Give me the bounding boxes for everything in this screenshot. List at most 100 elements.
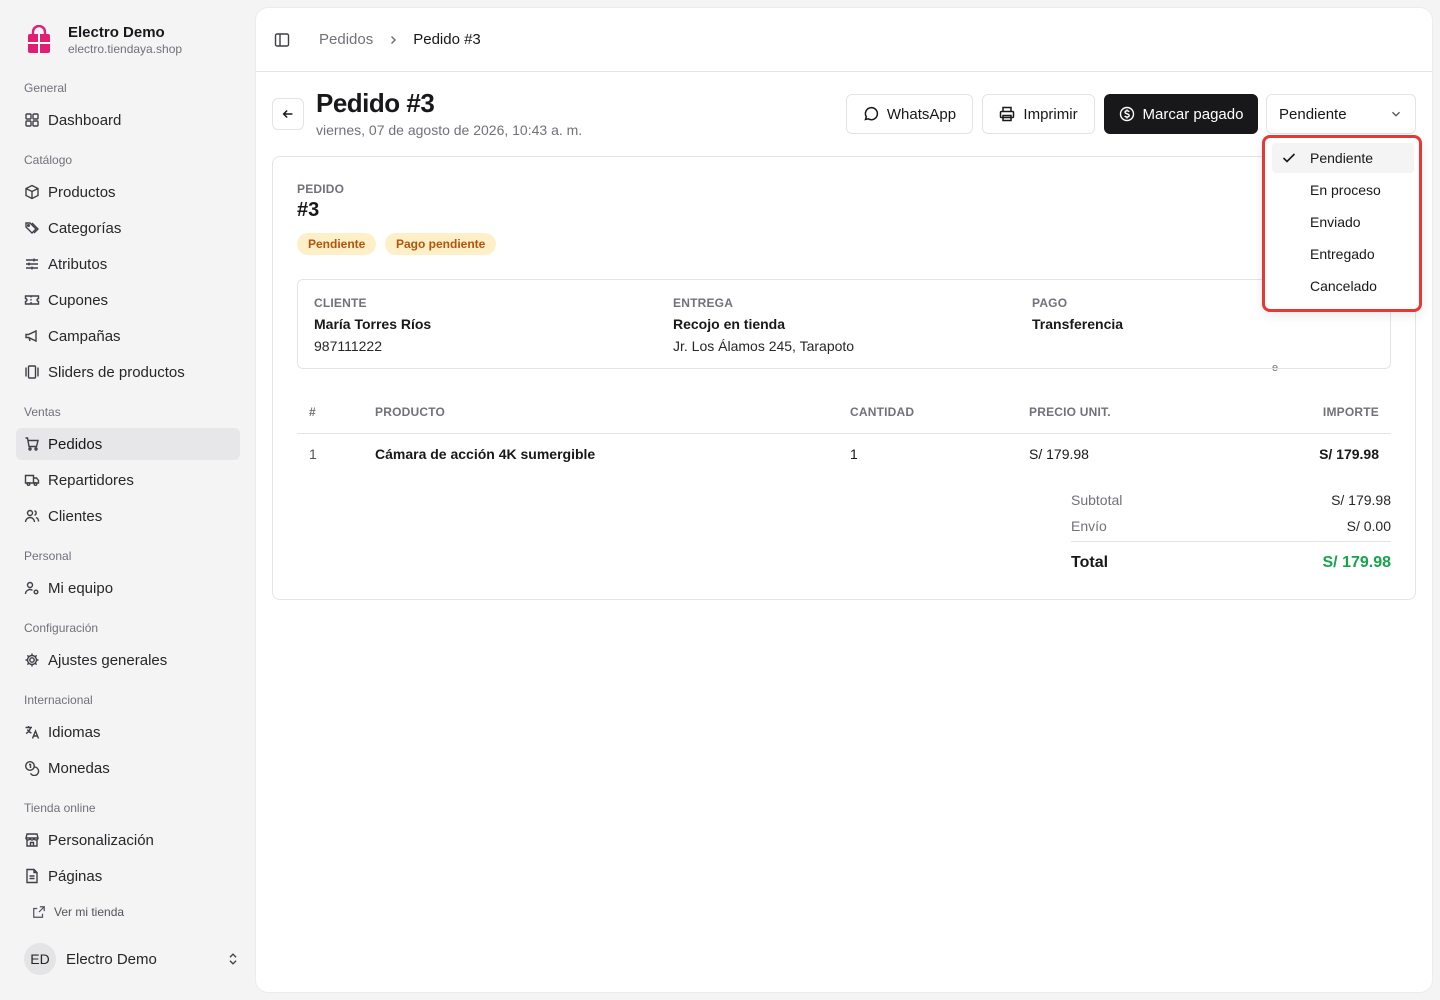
cell-precio: S/ 179.98 <box>1029 446 1089 462</box>
sidebar-item-ajustes[interactable]: Ajustes generales <box>16 644 240 676</box>
status-option-enviado[interactable]: Enviado <box>1272 207 1414 237</box>
sidebar-item-label: Monedas <box>48 759 110 777</box>
delivery-method: Recojo en tienda <box>673 316 786 332</box>
mark-paid-label: Marcar pagado <box>1142 105 1244 123</box>
message-circle-icon <box>864 106 879 121</box>
group-label-personal: Personal <box>24 549 72 563</box>
status-option-entregado[interactable]: Entregado <box>1272 239 1414 269</box>
ver-mi-tienda-label: Ver mi tienda <box>54 905 125 919</box>
sidebar-item-dashboard[interactable]: Dashboard <box>16 104 240 136</box>
gallery-slider-icon <box>25 365 39 379</box>
back-button[interactable] <box>272 98 304 130</box>
customer-info: CLIENTE María Torres Ríos 987111222 <box>314 296 431 354</box>
sidebar-item-cupones[interactable]: Cupones <box>16 284 240 316</box>
whatsapp-button[interactable]: WhatsApp <box>846 94 973 134</box>
summary-divider <box>1071 541 1391 542</box>
sidebar-item-atributos[interactable]: Atributos <box>16 248 240 280</box>
customer-label: CLIENTE <box>314 296 367 310</box>
status-option-pendiente[interactable]: Pendiente <box>1272 143 1414 173</box>
sidebar-item-label: Mi equipo <box>48 579 114 597</box>
column-header-num: # <box>309 405 316 419</box>
sidebar-item-idiomas[interactable]: Idiomas <box>16 716 240 748</box>
status-option-cancelado[interactable]: Cancelado <box>1272 271 1414 301</box>
sidebar-item-label: Ajustes generales <box>48 651 168 669</box>
sidebar-item-campanas[interactable]: Campañas <box>16 320 240 352</box>
sidebar-item-label: Idiomas <box>48 723 101 741</box>
package-icon <box>25 184 39 200</box>
column-header-importe: IMPORTE <box>1322 405 1379 419</box>
status-select[interactable]: Pendiente <box>1266 94 1416 134</box>
sidebar-item-paginas[interactable]: Páginas <box>16 860 240 892</box>
sidebar-item-monedas[interactable]: Monedas <box>16 752 240 784</box>
cell-importe: S/ 179.98 <box>1319 446 1379 462</box>
user-name: Electro Demo <box>66 950 157 968</box>
order-number: #3 <box>297 199 320 221</box>
printer-icon <box>1000 106 1015 122</box>
order-label: PEDIDO <box>297 182 345 196</box>
status-option-label: Pendiente <box>1310 150 1374 166</box>
sidebar-item-productos[interactable]: Productos <box>16 176 240 208</box>
delivery-label: ENTREGA <box>673 296 734 310</box>
column-header-cantidad: CANTIDAD <box>850 405 915 419</box>
table-divider <box>297 433 1391 434</box>
order-date: viernes, 07 de agosto de 2026, 10:43 a. … <box>316 122 583 138</box>
shopping-cart-icon <box>25 437 39 451</box>
sidebar-item-clientes[interactable]: Clientes <box>16 500 240 532</box>
topbar: Pedidos Pedido #3 <box>256 8 1432 72</box>
sidebar-item-label: Personalización <box>48 831 154 849</box>
sidebar-item-sliders[interactable]: Sliders de productos <box>16 356 240 388</box>
shipping-label: Envío <box>1071 518 1107 534</box>
sidebar-item-personalizacion[interactable]: Personalización <box>16 824 240 856</box>
cell-num: 1 <box>309 446 317 462</box>
print-label: Imprimir <box>1023 105 1078 123</box>
dollar-circle-icon <box>1119 106 1134 122</box>
order-card: PEDIDO #3 e Pendiente Pago pendiente CLI… <box>272 156 1416 600</box>
status-option-en-proceso[interactable]: En proceso <box>1272 175 1414 205</box>
whatsapp-label: WhatsApp <box>886 105 957 123</box>
payment-status-badge: Pago pendiente <box>385 233 497 255</box>
status-dropdown-menu: Pendiente En proceso Enviado Entregado C… <box>1262 135 1422 312</box>
brand[interactable]: Electro Demo electro.tiendaya.shop <box>24 24 182 56</box>
group-label-general: General <box>24 81 67 95</box>
status-option-label: Cancelado <box>1310 278 1377 294</box>
print-button[interactable]: Imprimir <box>982 94 1095 134</box>
cell-cantidad: 1 <box>850 446 858 462</box>
sidebar-item-label: Dashboard <box>48 111 122 129</box>
sidebar-item-equipo[interactable]: Mi equipo <box>16 572 240 604</box>
external-link-icon <box>33 906 45 918</box>
payment-label: PAGO <box>1032 296 1068 310</box>
sidebar-item-label: Atributos <box>48 255 108 273</box>
breadcrumb-current: Pedido #3 <box>413 31 481 48</box>
languages-icon <box>25 726 40 739</box>
user-cog-icon <box>24 581 39 595</box>
sidebar-toggle-icon[interactable] <box>274 32 290 48</box>
sidebar-item-pedidos[interactable]: Pedidos <box>16 428 240 460</box>
sliders-icon <box>26 258 38 270</box>
sidebar-item-label: Sliders de productos <box>48 363 185 381</box>
dashboard-grid-icon <box>25 113 39 127</box>
ver-mi-tienda-link[interactable]: Ver mi tienda <box>32 905 124 919</box>
tags-icon <box>25 222 39 234</box>
coins-icon <box>24 760 40 776</box>
sidebar-item-repartidores[interactable]: Repartidores <box>16 464 240 496</box>
sidebar-item-label: Cupones <box>48 291 109 309</box>
user-menu[interactable]: ED Electro Demo <box>24 943 240 975</box>
group-label-tienda: Tienda online <box>24 801 96 815</box>
sidebar-item-categorias[interactable]: Categorías <box>16 212 240 244</box>
group-label-catalogo: Catálogo <box>24 153 73 167</box>
sidebar-item-label: Campañas <box>48 327 121 345</box>
avatar: ED <box>24 943 56 975</box>
status-badge: Pendiente <box>297 233 377 255</box>
subtotal-value: S/ 179.98 <box>1331 492 1391 508</box>
sidebar-item-label: Repartidores <box>48 471 134 489</box>
status-option-label: En proceso <box>1310 182 1381 198</box>
status-option-label: Enviado <box>1310 214 1361 230</box>
group-label-ventas: Ventas <box>24 405 61 419</box>
users-icon <box>24 509 40 523</box>
breadcrumb-pedidos[interactable]: Pedidos <box>319 31 373 48</box>
delivery-address: Jr. Los Álamos 245, Tarapoto <box>673 338 855 354</box>
mark-paid-button[interactable]: Marcar pagado <box>1104 94 1258 134</box>
column-header-precio: PRECIO UNIT. <box>1029 405 1111 419</box>
ticket-icon <box>24 295 40 305</box>
customer-phone: 987111222 <box>314 338 382 354</box>
